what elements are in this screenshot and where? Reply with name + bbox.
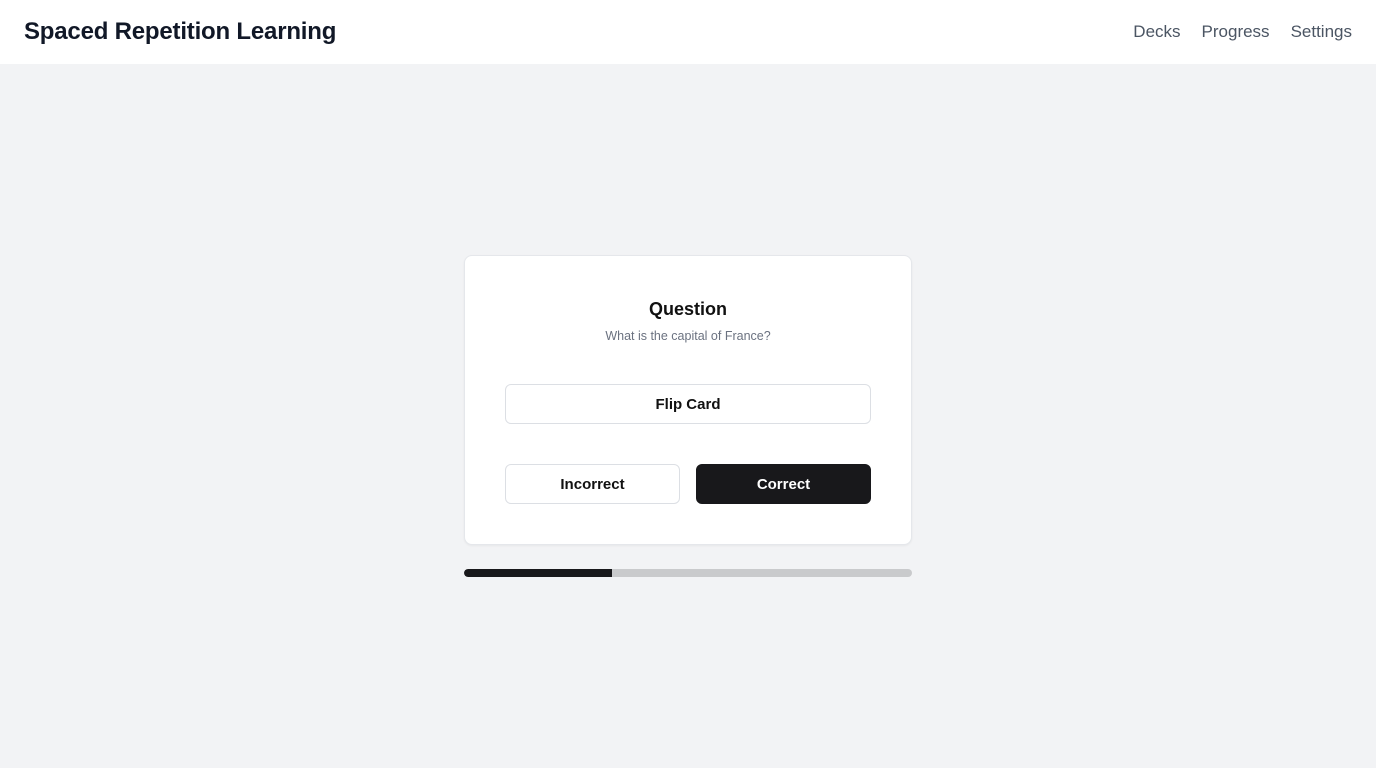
progress-bar: [464, 569, 912, 577]
flashcard: Question What is the capital of France? …: [464, 255, 912, 545]
card-heading: Question: [648, 299, 727, 319]
progress-bar-fill: [464, 569, 612, 577]
nav-link-progress[interactable]: Progress: [1202, 22, 1270, 42]
app-title: Spaced Repetition Learning: [24, 18, 337, 45]
flip-card-button[interactable]: Flip Card: [505, 384, 871, 424]
question-text: What is the capital of France?: [605, 329, 771, 343]
main-nav: Decks Progress Settings: [1133, 22, 1352, 42]
nav-link-settings[interactable]: Settings: [1291, 22, 1352, 42]
nav-link-decks[interactable]: Decks: [1133, 22, 1180, 42]
top-bar: Spaced Repetition Learning Decks Progres…: [0, 0, 1376, 64]
correct-button[interactable]: Correct: [696, 464, 871, 504]
incorrect-button[interactable]: Incorrect: [505, 464, 680, 504]
